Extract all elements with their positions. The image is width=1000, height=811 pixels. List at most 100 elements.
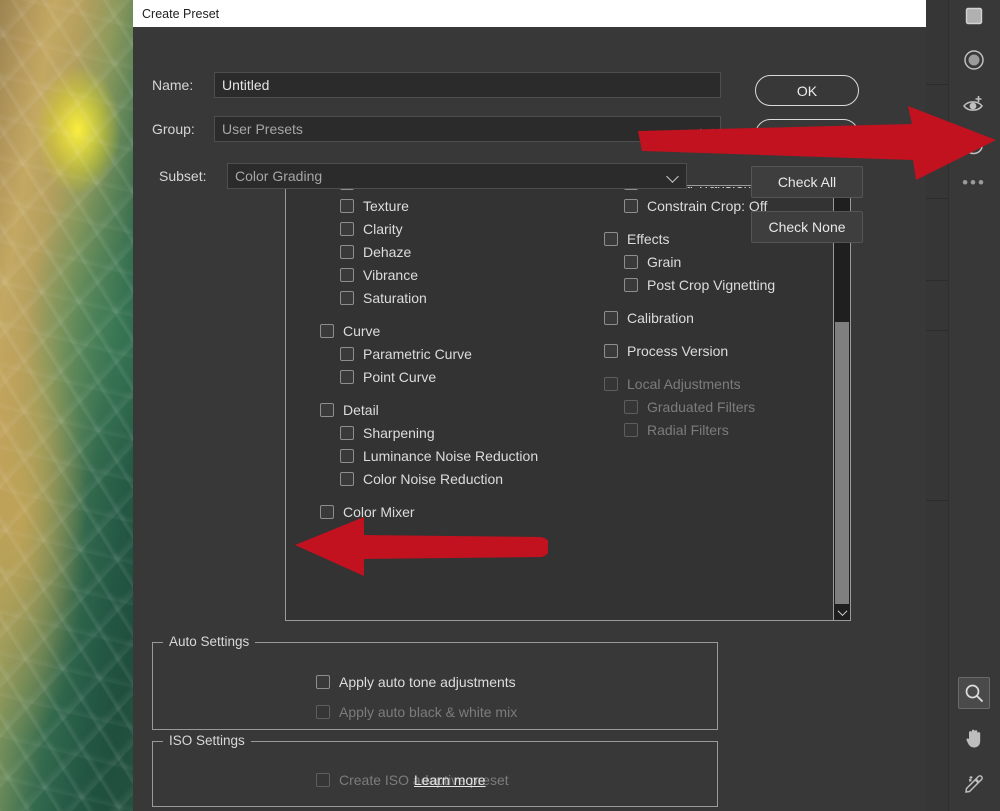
group-select[interactable]: User Presets — [214, 116, 721, 142]
iso-settings-legend: ISO Settings — [163, 733, 251, 748]
subset-item-label: Color Mixer — [343, 504, 415, 520]
list-scrollbar[interactable] — [833, 186, 850, 620]
cancel-button[interactable]: Cancel — [755, 119, 859, 150]
subset-item-label: Dehaze — [363, 244, 412, 260]
checkbox-icon[interactable] — [624, 199, 638, 213]
subset-item-local-adjustments: Local Adjustments — [604, 376, 741, 392]
subset-checkbox-list[interactable]: BlacksTextureClarityDehazeVibranceSatura… — [285, 185, 851, 621]
dialog-title: Create Preset — [142, 6, 220, 21]
checkbox-icon[interactable] — [624, 278, 638, 292]
checkbox-icon — [624, 400, 638, 414]
subset-item-texture[interactable]: Texture — [340, 198, 409, 214]
screen: ••• Create Preset Name: Untitled Group: … — [0, 0, 1000, 811]
check-none-button[interactable]: Check None — [751, 211, 863, 243]
photo-preview — [0, 0, 134, 811]
subset-item-detail[interactable]: Detail — [320, 402, 379, 418]
subset-item-label: Radial Filters — [647, 422, 729, 438]
subset-item-grain[interactable]: Grain — [624, 254, 681, 270]
checkbox-icon[interactable] — [340, 245, 354, 259]
subset-item-color-grading[interactable]: Color Grading — [320, 537, 430, 553]
subset-item-sharpening[interactable]: Sharpening — [340, 425, 435, 441]
create-preset-dialog: Create Preset Name: Untitled Group: User… — [133, 0, 926, 811]
crop-rectangle-icon[interactable] — [958, 0, 990, 32]
checkbox-icon[interactable] — [340, 268, 354, 282]
learn-more-link[interactable]: Learn more — [414, 772, 486, 788]
add-mask-eye-icon[interactable] — [958, 88, 990, 120]
subset-item-clarity[interactable]: Clarity — [340, 221, 403, 237]
brush-adjustment-icon[interactable] — [958, 130, 990, 162]
subset-item-label: Sharpening — [363, 425, 435, 441]
checkbox-icon — [604, 377, 618, 391]
list-scrollbar-thumb[interactable] — [835, 322, 849, 604]
white-balance-eyedropper-icon[interactable] — [958, 768, 990, 800]
dialog-title-bar: Create Preset — [133, 0, 926, 27]
subset-item-dehaze[interactable]: Dehaze — [340, 244, 411, 260]
checkbox-icon[interactable] — [316, 675, 330, 689]
subset-item-label: Point Curve — [363, 369, 437, 385]
subset-item-point-curve[interactable]: Point Curve — [340, 369, 436, 385]
checkbox-icon[interactable] — [340, 426, 354, 440]
preset-name-input[interactable]: Untitled — [214, 72, 721, 98]
subset-item-label: Saturation — [363, 290, 427, 306]
zoom-magnifier-icon[interactable] — [958, 677, 990, 709]
checkbox-icon[interactable] — [320, 324, 334, 338]
radial-gradient-icon[interactable] — [958, 44, 990, 76]
auto-settings-legend: Auto Settings — [163, 634, 256, 649]
subset-item-label: Constrain Crop: Off — [647, 198, 768, 214]
checkbox-icon — [316, 705, 330, 719]
subset-item-label: Calibration — [627, 310, 694, 326]
subset-item-calibration[interactable]: Calibration — [604, 310, 694, 326]
checkbox-icon — [624, 423, 638, 437]
subset-item-label: Curve — [343, 323, 381, 339]
subset-label: Subset: — [159, 168, 207, 184]
checkbox-icon[interactable] — [624, 255, 638, 269]
checkbox-icon[interactable] — [604, 311, 618, 325]
check-all-button[interactable]: Check All — [751, 166, 863, 198]
checkbox-icon[interactable] — [604, 344, 618, 358]
subset-item-label: Process Version — [627, 343, 729, 359]
subset-item-label: Vibrance — [363, 267, 419, 283]
option-label: Apply auto tone adjustments — [339, 674, 516, 690]
subset-select[interactable]: Color Grading — [227, 163, 687, 189]
subset-item-parametric-curve[interactable]: Parametric Curve — [340, 346, 472, 362]
ok-button[interactable]: OK — [755, 75, 859, 106]
subset-select-value: Color Grading — [235, 168, 323, 184]
checkbox-icon[interactable] — [340, 449, 354, 463]
subset-item-color-noise-reduction[interactable]: Color Noise Reduction — [340, 471, 503, 487]
subset-item-curve[interactable]: Curve — [320, 323, 380, 339]
group-row: Group: User Presets — [152, 116, 721, 142]
checkbox-icon[interactable] — [340, 291, 354, 305]
checkbox-icon[interactable] — [320, 403, 334, 417]
checkbox-checked-icon[interactable] — [320, 538, 334, 552]
subset-item-label: Local Adjustments — [627, 376, 741, 392]
subset-item-label: Post Crop Vignetting — [647, 277, 776, 293]
name-row: Name: Untitled — [152, 72, 721, 98]
dialog-body: Name: Untitled Group: User Presets Subse… — [133, 27, 926, 811]
scroll-down-icon[interactable] — [834, 605, 850, 620]
subset-item-vibrance[interactable]: Vibrance — [340, 267, 418, 283]
subset-item-luminance-noise-reduction[interactable]: Luminance Noise Reduction — [340, 448, 538, 464]
checkbox-icon[interactable] — [340, 370, 354, 384]
option-label: Apply auto black & white mix — [339, 704, 518, 720]
subset-item-post-crop-vignetting[interactable]: Post Crop Vignetting — [624, 277, 775, 293]
subset-item-saturation[interactable]: Saturation — [340, 290, 427, 306]
checkbox-icon[interactable] — [604, 232, 618, 246]
checkbox-icon[interactable] — [340, 347, 354, 361]
group-label: Group: — [152, 121, 195, 137]
more-horizontal-icon[interactable]: ••• — [958, 166, 990, 198]
subset-item-label: Color Grading — [343, 537, 431, 553]
subset-item-graduated-filters: Graduated Filters — [624, 399, 755, 415]
checkbox-icon[interactable] — [320, 505, 334, 519]
subset-item-effects[interactable]: Effects — [604, 231, 670, 247]
checkbox-icon[interactable] — [340, 199, 354, 213]
subset-item-label: Texture — [363, 198, 409, 214]
subset-item-color-mixer[interactable]: Color Mixer — [320, 504, 415, 520]
option-apply-auto-tone-adjustments[interactable]: Apply auto tone adjustments — [316, 674, 516, 690]
checkbox-icon[interactable] — [340, 472, 354, 486]
subset-item-radial-filters: Radial Filters — [624, 422, 729, 438]
iso-settings-group: ISO Settings Create ISO adaptive preset … — [152, 733, 718, 807]
subset-item-constrain-crop-off[interactable]: Constrain Crop: Off — [624, 198, 767, 214]
hand-pan-icon[interactable] — [958, 722, 990, 754]
subset-item-process-version[interactable]: Process Version — [604, 343, 728, 359]
checkbox-icon[interactable] — [340, 222, 354, 236]
